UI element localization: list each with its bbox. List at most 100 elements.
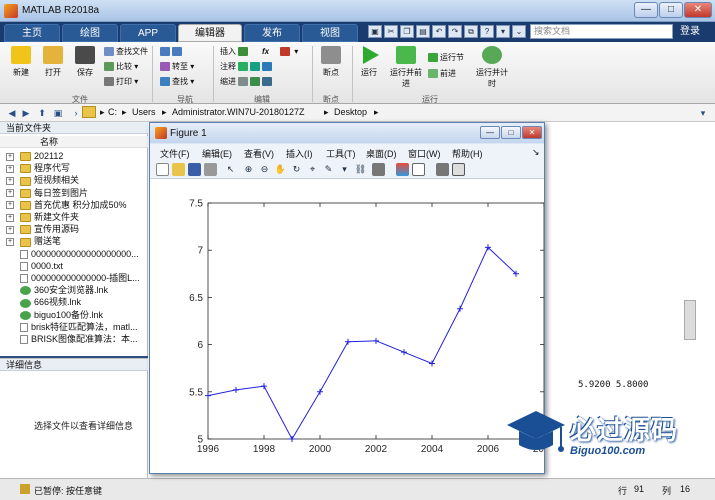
breadcrumb-desktop[interactable]: Desktop <box>334 107 367 117</box>
print-figure-icon[interactable] <box>204 163 217 176</box>
help-icon[interactable]: ? <box>480 25 494 38</box>
compare-button[interactable]: 比较 ▾ <box>104 61 138 73</box>
expand-plus-icon[interactable]: + <box>6 201 14 210</box>
file-list-item[interactable]: + 赠送笔 <box>6 235 146 247</box>
show-plot-tools-icon[interactable] <box>452 163 465 176</box>
expand-plus-icon[interactable]: + <box>6 177 14 186</box>
new-button[interactable]: 新建 <box>6 46 36 78</box>
insert-colorbar-icon[interactable] <box>396 163 409 176</box>
tab-plots[interactable]: 绘图 <box>62 24 118 42</box>
file-list-item[interactable]: + 程序代写 <box>6 162 146 174</box>
fx-dropdown[interactable]: ▾ <box>280 46 298 58</box>
tab-apps[interactable]: APP <box>120 24 176 42</box>
file-list-item[interactable]: + 首充优惠 积分加成50% <box>6 199 146 211</box>
line-plot[interactable]: 199619982000200220042006200855.566.577.5 <box>150 179 555 473</box>
copy-icon[interactable]: ❐ <box>400 25 414 38</box>
file-list-item[interactable]: + 短视频相关 <box>6 174 146 186</box>
hide-plot-tools-icon[interactable] <box>436 163 449 176</box>
breadcrumb-administrator[interactable]: Administrator.WIN7U-20180127Z <box>172 107 305 117</box>
brush-icon[interactable]: ✎ <box>322 163 335 176</box>
file-list-item[interactable]: +202112 <box>6 150 146 162</box>
redo-icon[interactable]: ↷ <box>448 25 462 38</box>
file-list-item[interactable]: biguo100备份.lnk <box>6 309 146 321</box>
breadcrumb-users[interactable]: Users <box>132 107 156 117</box>
run-section-button[interactable]: 运行节 <box>428 52 464 64</box>
find-button[interactable]: 查找 ▾ <box>160 76 194 88</box>
tab-view[interactable]: 视图 <box>302 24 358 42</box>
tab-editor[interactable]: 编辑器 <box>178 24 242 42</box>
tab-publish[interactable]: 发布 <box>244 24 300 42</box>
pointer-icon[interactable]: ↖ <box>224 163 237 176</box>
save-icon[interactable]: ▣ <box>368 25 382 38</box>
save-figure-icon[interactable] <box>188 163 201 176</box>
rotate-3d-icon[interactable]: ↻ <box>290 163 303 176</box>
figure-title-bar[interactable]: Figure 1 — □ ✕ <box>150 123 544 143</box>
scrollbar-thumb[interactable] <box>684 300 696 340</box>
address-dropdown-icon[interactable]: ▾ <box>697 107 709 119</box>
expand-plus-icon[interactable]: + <box>6 213 14 222</box>
open-file-icon[interactable] <box>172 163 185 176</box>
link-plot-icon[interactable]: ⛓ <box>354 163 367 176</box>
file-list-item[interactable]: + 新建文件夹 <box>6 211 146 223</box>
indent-button[interactable]: 缩进 <box>220 76 274 88</box>
forward-arrow-icon[interactable]: ▶ <box>20 107 32 119</box>
expand-plus-icon[interactable]: + <box>6 238 14 247</box>
run-button[interactable]: 运行 <box>356 46 382 78</box>
file-list-item[interactable]: 360安全浏览器.lnk <box>6 284 146 296</box>
customize-icon[interactable]: ▾ <box>496 25 510 38</box>
search-input[interactable]: 搜索文档 <box>530 24 673 39</box>
dock-arrow-icon[interactable]: ↘ <box>532 147 540 158</box>
goto-button[interactable]: 转至 ▾ <box>160 61 194 73</box>
expand-plus-icon[interactable]: + <box>6 189 14 198</box>
new-figure-icon[interactable] <box>156 163 169 176</box>
file-list-item[interactable]: BRISK图像配准算法：本... <box>6 333 146 345</box>
figure-close-button[interactable]: ✕ <box>522 126 542 139</box>
file-list-item[interactable]: brisk特征匹配算法，matl... <box>6 321 146 333</box>
paste-icon[interactable]: ▤ <box>416 25 430 38</box>
name-column-header[interactable]: 名称 <box>0 136 148 148</box>
file-list-item[interactable]: + 宣传用源码 <box>6 223 146 235</box>
breadcrumb-c[interactable]: C: <box>108 107 117 117</box>
run-time-button[interactable]: 运行并计时 <box>474 46 510 89</box>
up-folder-icon[interactable]: ⬆ <box>36 107 48 119</box>
advance-button[interactable]: 前进 <box>428 68 456 80</box>
figure-maximize-button[interactable]: □ <box>501 126 521 139</box>
cut-icon[interactable]: ✂ <box>384 25 398 38</box>
open-button[interactable]: 打开 <box>38 46 68 78</box>
file-list-item[interactable]: + 每日签到图片 <box>6 187 146 199</box>
figure-minimize-button[interactable]: — <box>480 126 500 139</box>
maximize-button[interactable]: □ <box>659 2 683 18</box>
login-button[interactable]: 登录 <box>680 24 700 39</box>
data-cursor-icon[interactable]: ⌖ <box>306 163 319 176</box>
chevron-down-icon[interactable]: ⌄ <box>512 25 526 38</box>
back-arrow-icon[interactable]: ◀ <box>6 107 18 119</box>
close-button[interactable]: ✕ <box>684 2 712 18</box>
file-list-item[interactable]: 000000000000000-插图L... <box>6 272 146 284</box>
nav-arrows[interactable] <box>160 46 184 58</box>
minimize-button[interactable]: — <box>634 2 658 18</box>
expand-plus-icon[interactable]: + <box>6 225 14 234</box>
expand-plus-icon[interactable]: + <box>6 164 14 173</box>
file-list-item[interactable]: 666视频.lnk <box>6 296 146 308</box>
breakpoints-button[interactable]: 断点 <box>316 46 346 78</box>
print-button[interactable]: 打印 ▾ <box>104 76 138 88</box>
pan-hand-icon[interactable]: ✋ <box>274 163 287 176</box>
expand-plus-icon[interactable]: + <box>6 152 14 161</box>
undo-icon[interactable]: ↶ <box>432 25 446 38</box>
run-advance-button[interactable]: 运行并前进 <box>388 46 424 89</box>
browse-folder-icon[interactable]: ▣ <box>52 107 64 119</box>
save-button[interactable]: 保存 <box>70 46 100 78</box>
zoom-in-icon[interactable]: ⊕ <box>242 163 255 176</box>
fx-button[interactable]: fx <box>262 46 269 58</box>
switch-windows-icon[interactable]: ⧉ <box>464 25 478 38</box>
tab-home[interactable]: 主页 <box>4 24 60 42</box>
zoom-out-icon[interactable]: ⊖ <box>258 163 271 176</box>
insert-button[interactable]: 插入 <box>220 46 250 58</box>
insert-legend-icon[interactable] <box>412 163 425 176</box>
figure-window[interactable]: Figure 1 — □ ✕ 文件(F) 编辑(E) 查看(V) 插入(I) 工… <box>149 122 556 474</box>
file-list-item[interactable]: 0000.txt <box>6 260 146 272</box>
comment-button[interactable]: 注释 <box>220 61 274 73</box>
file-list-item[interactable]: 00000000000000000000... <box>6 248 146 260</box>
figure-canvas[interactable]: 199619982000200220042006200855.566.577.5 <box>150 179 556 473</box>
find-files-button[interactable]: 查找文件 <box>104 46 148 58</box>
